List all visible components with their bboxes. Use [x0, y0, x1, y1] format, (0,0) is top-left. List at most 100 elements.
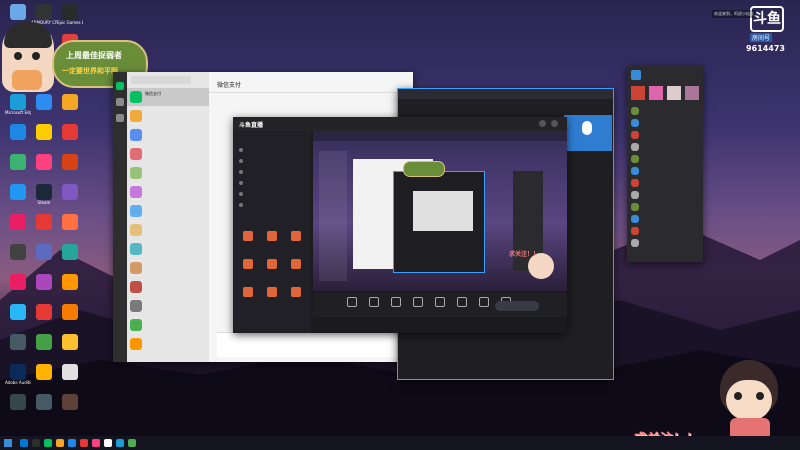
toolbar-button[interactable] — [431, 296, 447, 314]
toolbar-button[interactable] — [387, 296, 403, 314]
start-button[interactable] — [4, 439, 12, 447]
list-avatar — [631, 131, 639, 139]
panel-list-item[interactable] — [627, 190, 703, 201]
start-stream-button[interactable] — [495, 301, 539, 311]
scene-visibility-icon[interactable] — [239, 148, 243, 152]
panel-list-item[interactable] — [627, 166, 703, 177]
wechat-chat-item[interactable] — [127, 183, 209, 201]
toolbar-icon — [457, 297, 467, 307]
scene-visibility-icon[interactable] — [239, 181, 243, 185]
taskbar-app-icon[interactable] — [116, 439, 124, 447]
panel-list-item[interactable] — [627, 214, 703, 225]
wechat-chat-item[interactable] — [127, 126, 209, 144]
scene-item[interactable] — [233, 167, 311, 177]
app-icon — [10, 334, 26, 350]
desktop-icon[interactable] — [32, 394, 56, 432]
banner-line1: 上周最佳捉弱者 — [66, 51, 122, 60]
wechat-chat-item[interactable] — [127, 221, 209, 239]
list-avatar — [631, 203, 639, 211]
app-icon — [10, 214, 26, 230]
taskbar-app-icon[interactable] — [68, 439, 76, 447]
list-avatar — [631, 143, 639, 151]
app-icon — [10, 244, 26, 260]
panel-list-item[interactable] — [627, 226, 703, 237]
app-icon — [36, 274, 52, 290]
toolbar-button[interactable] — [475, 296, 491, 314]
app-icon — [36, 244, 52, 260]
chat-tab-icon[interactable] — [116, 82, 124, 90]
taskbar-app-icon[interactable] — [44, 439, 52, 447]
wechat-chat-item[interactable] — [127, 297, 209, 315]
chat-avatar — [130, 148, 142, 160]
wechat-chat-item[interactable] — [127, 278, 209, 296]
panel-thumbnails — [631, 86, 699, 100]
taskbar-app-icon[interactable] — [92, 439, 100, 447]
wechat-chat-item[interactable] — [127, 240, 209, 258]
desktop-icon[interactable] — [6, 394, 30, 432]
minimize-button[interactable] — [539, 120, 546, 127]
favorites-tab-icon[interactable] — [116, 114, 124, 122]
panel-list-item[interactable] — [627, 130, 703, 141]
scene-visibility-icon[interactable] — [239, 159, 243, 163]
toolbar-button[interactable] — [365, 296, 381, 314]
taskbar — [0, 436, 800, 450]
app-icon — [62, 124, 78, 140]
chat-avatar — [130, 281, 142, 293]
scene-visibility-icon[interactable] — [239, 192, 243, 196]
app-icon — [36, 334, 52, 350]
panel-list-item[interactable] — [627, 118, 703, 129]
taskbar-app-icon[interactable] — [56, 439, 64, 447]
scene-item[interactable] — [233, 200, 311, 210]
taskbar-app-icon[interactable] — [20, 439, 28, 447]
toolbar-button[interactable] — [343, 296, 359, 314]
douyu-titlebar: 斗鱼直播 — [233, 117, 567, 131]
panel-list-item[interactable] — [627, 202, 703, 213]
wechat-chat-item[interactable] — [127, 316, 209, 334]
app-icon — [36, 4, 52, 20]
chat-avatar — [130, 110, 142, 122]
wechat-search-input[interactable] — [131, 76, 191, 84]
close-button[interactable] — [551, 120, 558, 127]
douyu-brand: 斗鱼直播 — [239, 122, 264, 129]
wechat-chat-item[interactable] — [127, 202, 209, 220]
taskbar-app-icon[interactable] — [104, 439, 112, 447]
wechat-chat-item[interactable] — [127, 164, 209, 182]
app-icon — [62, 394, 78, 410]
wechat-chat-item[interactable] — [127, 335, 209, 353]
app-icon — [10, 364, 26, 380]
taskbar-app-icon[interactable] — [128, 439, 136, 447]
wechat-chat-list: 微信支付 — [127, 72, 209, 362]
wechat-message-input[interactable] — [217, 332, 407, 357]
wechat-chat-item[interactable] — [127, 107, 209, 125]
scene-item[interactable] — [233, 156, 311, 166]
panel-list-item[interactable] — [627, 106, 703, 117]
panel-avatar — [631, 70, 641, 80]
contacts-tab-icon[interactable] — [116, 98, 124, 106]
app-icon — [10, 154, 26, 170]
scene-item[interactable] — [233, 145, 311, 155]
app-icon — [36, 214, 52, 230]
wechat-chat-item[interactable] — [127, 145, 209, 163]
scene-visibility-icon[interactable] — [239, 203, 243, 207]
panel-list-item[interactable] — [627, 238, 703, 249]
app-icon — [10, 394, 26, 410]
wechat-chat-item[interactable] — [127, 259, 209, 277]
microphone-icon[interactable] — [582, 121, 592, 135]
wechat-chat-item[interactable]: 微信支付 — [127, 88, 209, 106]
scene-visibility-icon[interactable] — [239, 170, 243, 174]
app-icon — [36, 184, 52, 200]
panel-list-item[interactable] — [627, 154, 703, 165]
app-icon — [62, 364, 78, 380]
app-icon — [10, 304, 26, 320]
taskbar-app-icon[interactable] — [32, 439, 40, 447]
desktop-icon[interactable] — [58, 394, 82, 432]
app-icon — [62, 244, 78, 260]
panel-list-item[interactable] — [627, 142, 703, 153]
scene-item[interactable] — [233, 189, 311, 199]
app-icon — [36, 304, 52, 320]
taskbar-app-icon[interactable] — [80, 439, 88, 447]
scene-item[interactable] — [233, 178, 311, 188]
toolbar-button[interactable] — [453, 296, 469, 314]
toolbar-button[interactable] — [409, 296, 425, 314]
panel-list-item[interactable] — [627, 178, 703, 189]
